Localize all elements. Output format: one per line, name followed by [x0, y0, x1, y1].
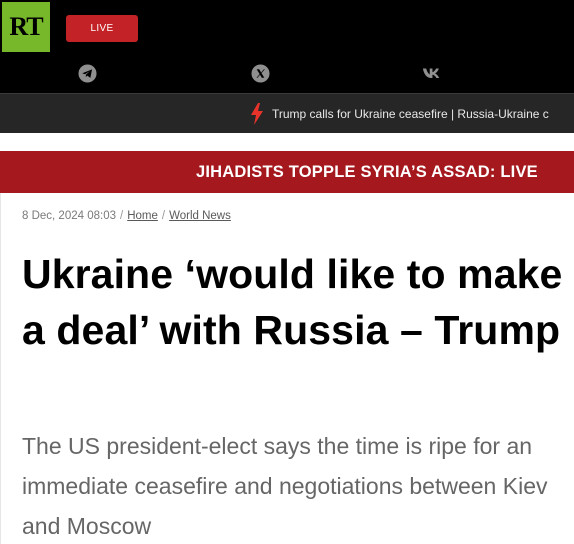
article-meta: 8 Dec, 2024 08:03/Home / World News: [22, 210, 231, 222]
site-header: RT LIVE: [0, 0, 574, 93]
breadcrumb-home[interactable]: Home: [127, 210, 158, 222]
vk-icon[interactable]: [422, 63, 442, 83]
content-border: [0, 193, 1, 544]
live-button[interactable]: LIVE: [66, 15, 138, 42]
breadcrumb-separator: /: [161, 210, 166, 222]
publish-date: 8 Dec, 2024 08:03: [22, 210, 116, 222]
lightning-bolt-icon: [250, 103, 264, 130]
article-lede: The US president-elect says the time is …: [22, 433, 548, 539]
article-headline: Ukraine ‘would like to make a deal’ with…: [22, 251, 563, 353]
telegram-icon[interactable]: [77, 63, 97, 83]
breaking-news-banner[interactable]: JIHADISTS TOPPLE SYRIA’S ASSAD: LIVE: [0, 151, 574, 193]
header-spacer: [0, 133, 574, 151]
banner-text[interactable]: JIHADISTS TOPPLE SYRIA’S ASSAD: LIVE: [196, 163, 538, 182]
breadcrumb-world-news[interactable]: World News: [169, 210, 231, 222]
rt-logo[interactable]: RT: [2, 2, 50, 52]
breadcrumb-separator: /: [120, 210, 124, 222]
x-twitter-icon[interactable]: [250, 63, 270, 83]
logo-text: RT: [9, 12, 43, 41]
news-ticker[interactable]: Trump calls for Ukraine ceasefire | Russ…: [0, 93, 574, 133]
ticker-headline[interactable]: Trump calls for Ukraine ceasefire | Russ…: [272, 107, 549, 121]
